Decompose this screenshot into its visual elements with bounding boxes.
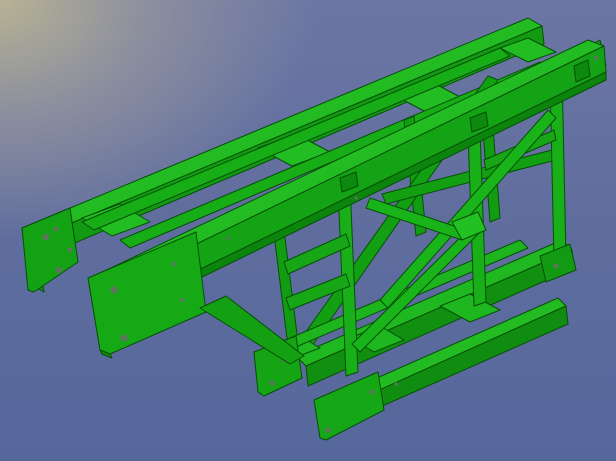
bolt-hole <box>394 382 398 386</box>
bolt-hole <box>120 334 128 342</box>
bolt-hole <box>42 233 50 241</box>
bolt-hole <box>67 247 73 253</box>
truss-frame-model[interactable] <box>0 0 616 461</box>
mid-horizontal-member <box>283 233 351 275</box>
bolt-hole <box>55 266 63 274</box>
bolt-hole <box>226 236 230 240</box>
bolt-hole <box>179 297 185 303</box>
bolt-hole <box>110 286 118 294</box>
bolt-hole <box>53 226 59 232</box>
near-bottom-end-plate <box>313 371 385 441</box>
bolt-hole <box>369 389 375 395</box>
cad-3d-viewport[interactable] <box>0 0 616 461</box>
truss-structure <box>21 17 607 441</box>
bolt-hole <box>325 427 331 433</box>
bolt-hole <box>171 261 177 267</box>
bolt-hole <box>269 380 275 386</box>
bolt-hole <box>553 263 559 269</box>
bolt-hole <box>593 55 599 61</box>
bolt-hole <box>354 196 358 200</box>
